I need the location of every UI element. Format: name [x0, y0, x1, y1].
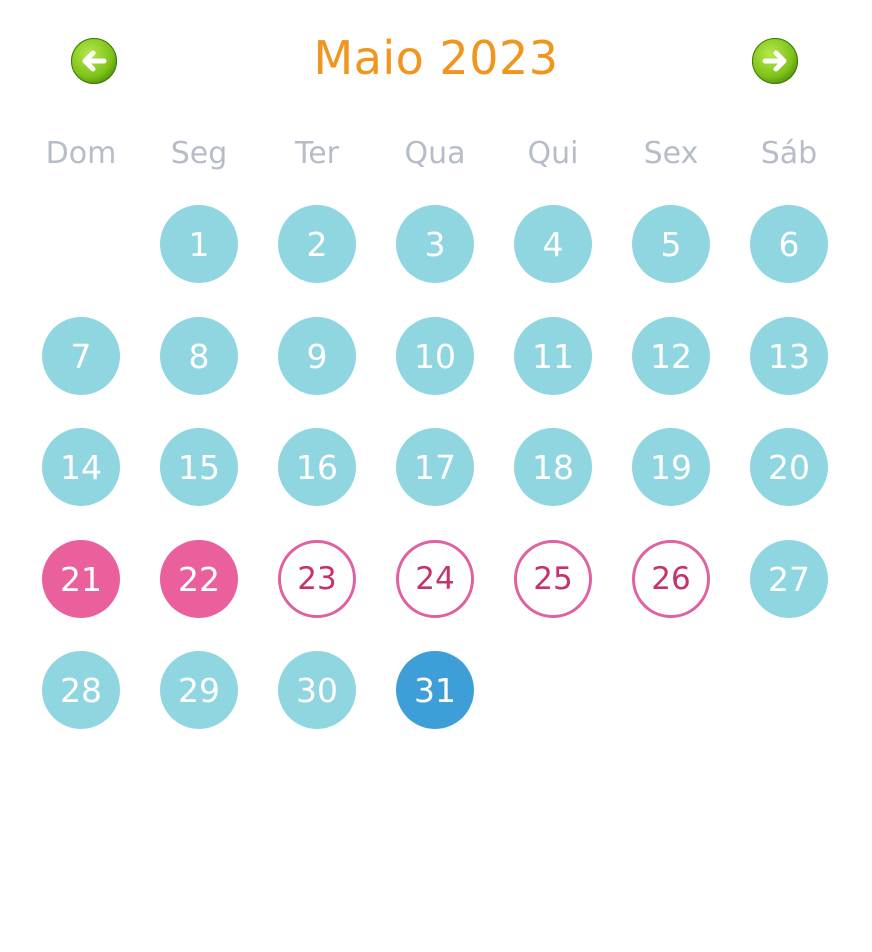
day-cell-5[interactable]: 5 [632, 205, 710, 283]
day-cell-30[interactable]: 30 [278, 651, 356, 729]
day-cell-2[interactable]: 2 [278, 205, 356, 283]
day-cell-17[interactable]: 17 [396, 428, 474, 506]
day-cell-7[interactable]: 7 [42, 317, 120, 395]
day-cell-24[interactable]: 24 [396, 540, 474, 618]
day-cell-10[interactable]: 10 [396, 317, 474, 395]
day-cell-6[interactable]: 6 [750, 205, 828, 283]
day-cell-20[interactable]: 20 [750, 428, 828, 506]
day-cell-26[interactable]: 26 [632, 540, 710, 618]
day-cell-21[interactable]: 21 [42, 540, 120, 618]
day-cell-13[interactable]: 13 [750, 317, 828, 395]
day-cell-11[interactable]: 11 [514, 317, 592, 395]
day-cell-29[interactable]: 29 [160, 651, 238, 729]
day-cell-15[interactable]: 15 [160, 428, 238, 506]
day-cell-31[interactable]: 31 [396, 651, 474, 729]
day-cell-25[interactable]: 25 [514, 540, 592, 618]
day-cell-27[interactable]: 27 [750, 540, 828, 618]
day-cell-4[interactable]: 4 [514, 205, 592, 283]
day-cell-8[interactable]: 8 [160, 317, 238, 395]
calendar-grid: 1 2 3 4 5 6 7 8 9 10 11 12 13 14 15 16 17 18 19 20 21 22 23 24 2… [0, 0, 872, 952]
day-cell-16[interactable]: 16 [278, 428, 356, 506]
day-cell-19[interactable]: 19 [632, 428, 710, 506]
day-cell-1[interactable]: 1 [160, 205, 238, 283]
day-cell-28[interactable]: 28 [42, 651, 120, 729]
day-cell-18[interactable]: 18 [514, 428, 592, 506]
day-cell-14[interactable]: 14 [42, 428, 120, 506]
day-cell-3[interactable]: 3 [396, 205, 474, 283]
day-cell-23[interactable]: 23 [278, 540, 356, 618]
day-cell-9[interactable]: 9 [278, 317, 356, 395]
day-cell-12[interactable]: 12 [632, 317, 710, 395]
day-cell-22[interactable]: 22 [160, 540, 238, 618]
